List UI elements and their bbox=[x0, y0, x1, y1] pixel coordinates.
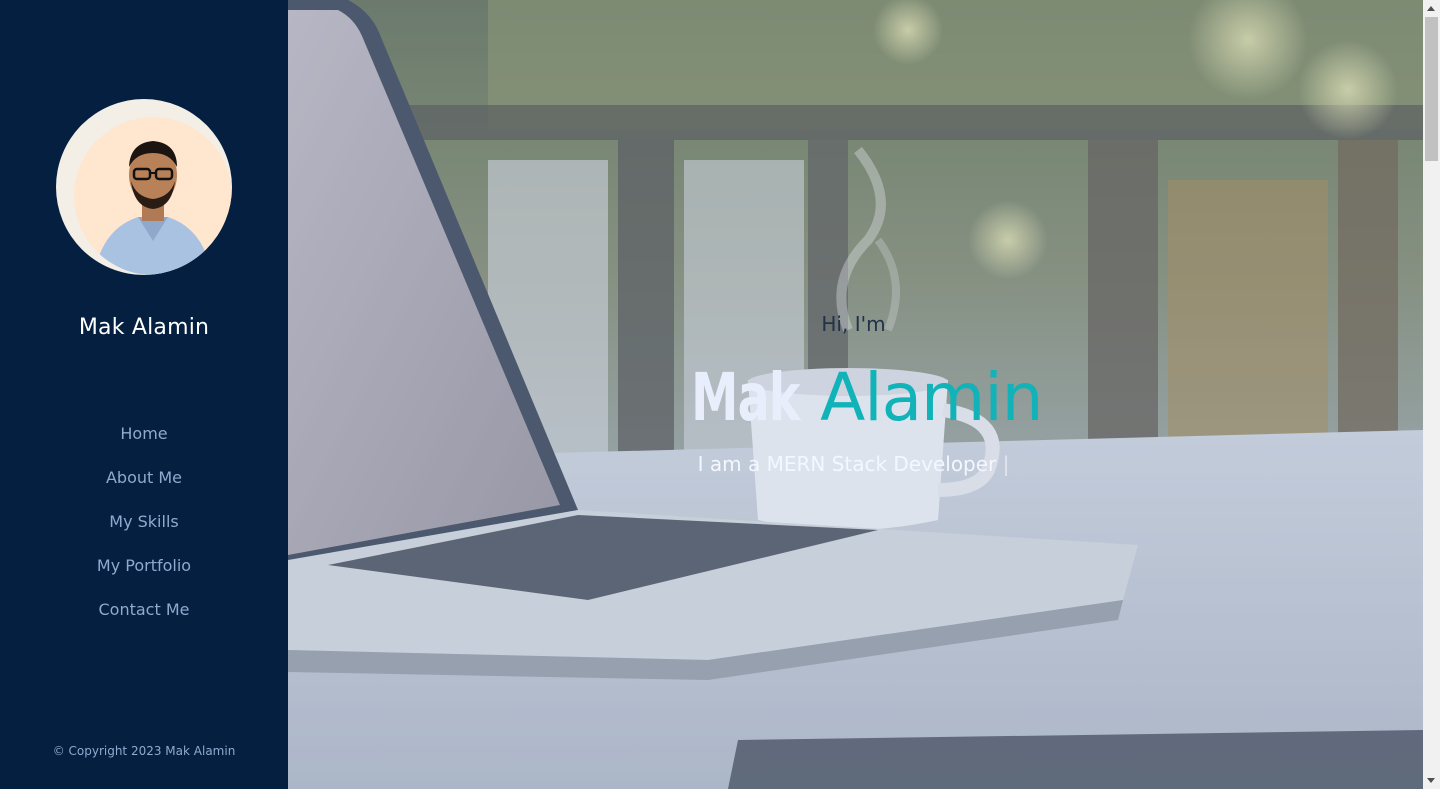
hero-greeting: Hi, I'm bbox=[821, 312, 886, 336]
nav-item-my-skills[interactable]: My Skills bbox=[109, 500, 178, 544]
hero-tagline: I am a MERN Stack Developer bbox=[697, 452, 997, 476]
scroll-down-arrow-icon[interactable] bbox=[1427, 778, 1435, 783]
scroll-up-arrow-icon[interactable] bbox=[1427, 6, 1435, 11]
hero-content: Hi, I'm Mak Alamin I am a MERN Stack Dev… bbox=[288, 0, 1423, 789]
hero-title: Mak Alamin bbox=[288, 358, 1419, 438]
nav-item-my-portfolio[interactable]: My Portfolio bbox=[97, 544, 191, 588]
nav-item-contact-me[interactable]: Contact Me bbox=[99, 588, 190, 632]
copyright-text: © Copyright 2023 Mak Alamin bbox=[52, 744, 236, 758]
main-nav: Home About Me My Skills My Portfolio Con… bbox=[97, 412, 191, 632]
profile-photo-icon bbox=[74, 117, 232, 275]
sidebar: Mak Alamin Home About Me My Skills My Po… bbox=[0, 0, 288, 789]
nav-item-home[interactable]: Home bbox=[120, 412, 167, 456]
hero-tagline-wrap: I am a MERN Stack Developer | bbox=[288, 452, 1419, 476]
owner-name: Mak Alamin bbox=[78, 315, 210, 340]
hero-name-first: Mak bbox=[691, 359, 801, 436]
page-scrollbar[interactable] bbox=[1423, 0, 1440, 789]
nav-item-about-me[interactable]: About Me bbox=[106, 456, 182, 500]
scrollbar-thumb[interactable] bbox=[1425, 17, 1438, 161]
avatar bbox=[56, 99, 232, 275]
typing-cursor: | bbox=[1002, 452, 1010, 476]
hero-section: Hi, I'm Mak Alamin I am a MERN Stack Dev… bbox=[288, 0, 1423, 789]
hero-name-last: Alamin bbox=[820, 359, 1043, 436]
